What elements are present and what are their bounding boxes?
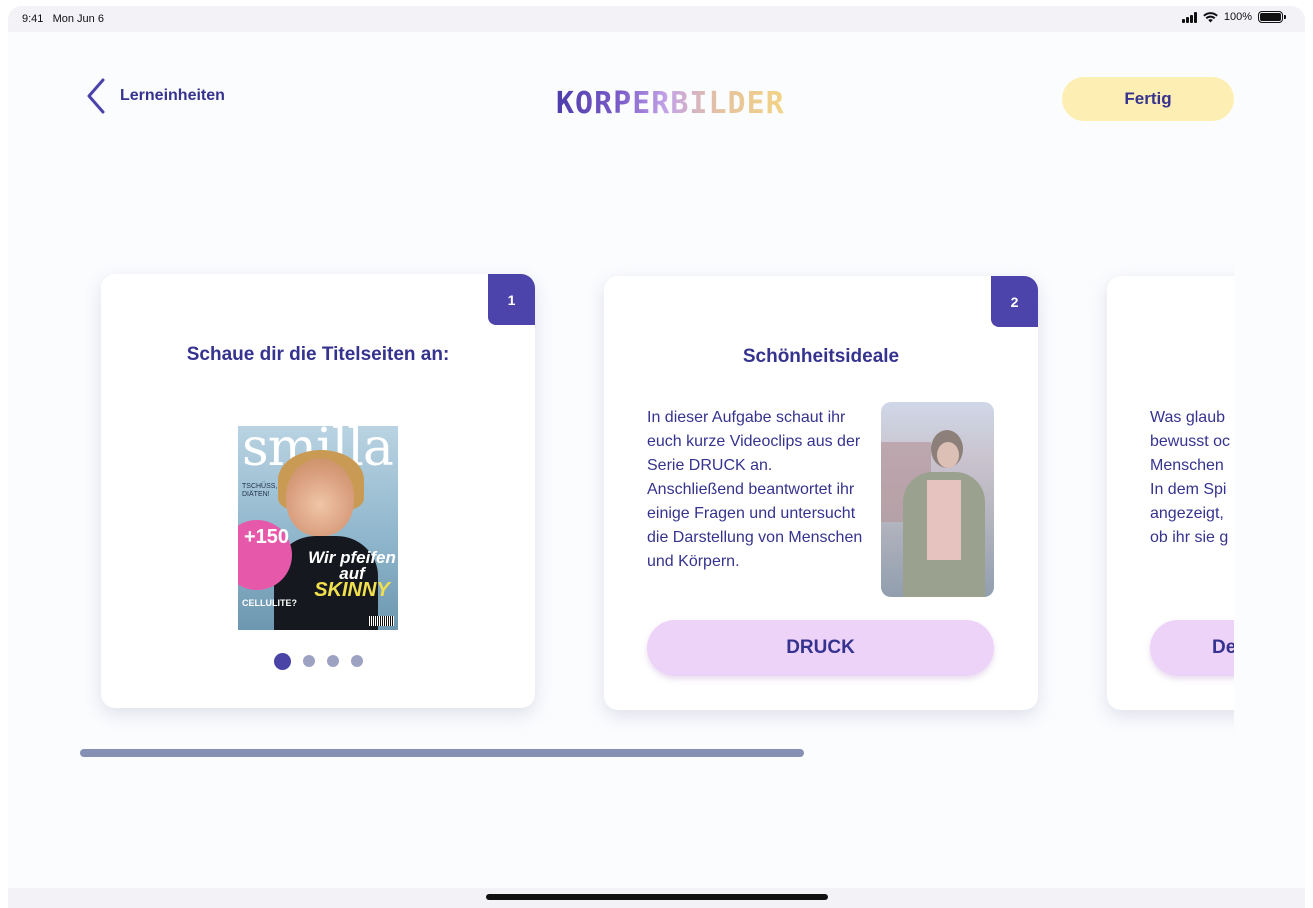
- task-card-1[interactable]: 1 Schaue dir die Titelseiten an: smilla …: [101, 274, 535, 708]
- magazine-cover-image[interactable]: smilla TSCHÜSS, DIÄTEN! +150 Wir pfeifen…: [238, 426, 398, 630]
- battery-icon: [1258, 11, 1286, 23]
- text-line: angezeigt,: [1150, 505, 1224, 522]
- task-number-badge: 2: [991, 276, 1038, 327]
- status-indicators: 100%: [1181, 11, 1286, 23]
- magazine-headline: Wir pfeifen auf SKINNY: [308, 548, 396, 601]
- task-card-title: Schönheitsideale: [742, 346, 900, 367]
- task-card-description: Was glaub bewusst oc Menschen In dem Spi…: [1150, 406, 1234, 550]
- magazine-cellulite-text: CELLULITE?: [242, 598, 297, 608]
- druck-still-image: [881, 402, 994, 597]
- ipad-screen: 9:41 Mon Jun 6 100% Lerneinheiten KORPER…: [8, 6, 1305, 908]
- back-button[interactable]: Lerneinheiten: [86, 78, 225, 114]
- pager-dot-2[interactable]: [302, 655, 315, 667]
- back-button-label: Lerneinheiten: [120, 87, 225, 104]
- magazine-headline-main: Wir pfeifen auf: [308, 548, 396, 583]
- magazine-badge-text: +150: [244, 526, 290, 548]
- pager-dot-3[interactable]: [326, 655, 339, 667]
- pager-dot-1[interactable]: [273, 653, 291, 670]
- cellular-signal-icon: [1181, 11, 1197, 23]
- task-card-3[interactable]: Z Was glaub bewusst oc Menschen In dem S…: [1107, 276, 1234, 710]
- battery-percent: 100%: [1223, 11, 1252, 23]
- app-title: KORPERBILDER: [556, 86, 785, 121]
- task-card-title: Schaue dir die Titelseiten an:: [186, 344, 450, 365]
- text-line: ob ihr sie g: [1150, 529, 1229, 546]
- text-line: In dem Spi: [1150, 481, 1227, 498]
- task-card-title: Z: [1147, 346, 1234, 368]
- chevron-left-icon: [87, 78, 105, 114]
- status-time: 9:41 Mon Jun 6: [22, 13, 104, 25]
- task-card-3-button[interactable]: De: [1150, 620, 1234, 676]
- done-button[interactable]: Fertig: [1062, 77, 1234, 121]
- text-line: Menschen: [1150, 457, 1224, 474]
- task-card-description: In dieser Aufgabe schaut ihr euch kurze …: [647, 409, 863, 570]
- text-line: Was glaub: [1150, 409, 1225, 426]
- magazine-side-text: TSCHÜSS, DIÄTEN!: [242, 483, 278, 498]
- pager-dot-4[interactable]: [350, 655, 363, 667]
- status-date: Mon Jun 6: [52, 13, 104, 25]
- home-indicator-area: [8, 888, 1305, 908]
- status-clock: 9:41: [22, 13, 44, 25]
- task-number-badge: 1: [488, 274, 535, 325]
- image-pager-dots: [101, 653, 535, 670]
- carousel-scrollbar[interactable]: [80, 749, 804, 757]
- status-bar: 9:41 Mon Jun 6 100%: [8, 6, 1305, 32]
- barcode-icon: [368, 616, 394, 626]
- druck-button[interactable]: DRUCK: [647, 620, 994, 676]
- wifi-icon: [1203, 11, 1218, 22]
- task-carousel[interactable]: 1 Schaue dir die Titelseiten an: smilla …: [86, 256, 1234, 746]
- task-card-2[interactable]: 2 Schönheitsideale In dieser Aufgabe sch…: [604, 276, 1038, 710]
- magazine-headline-accent: SKINNY: [314, 579, 390, 601]
- home-indicator[interactable]: [486, 894, 828, 900]
- text-line: bewusst oc: [1150, 433, 1231, 450]
